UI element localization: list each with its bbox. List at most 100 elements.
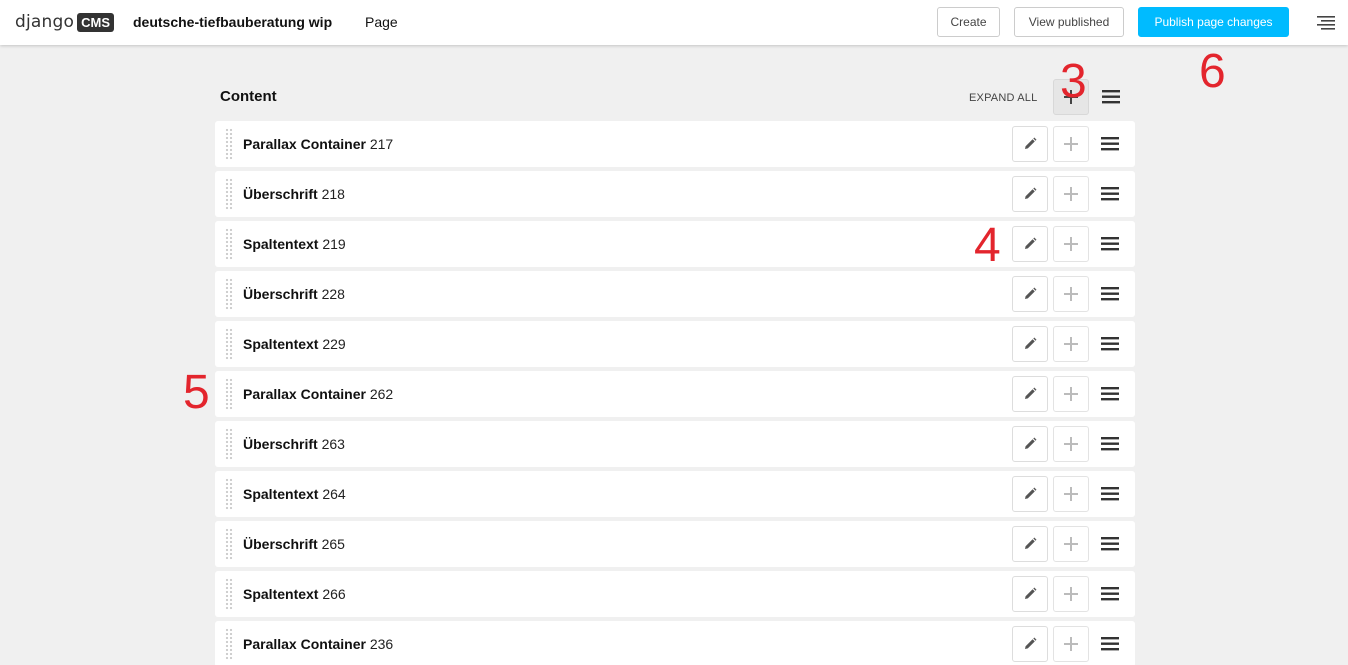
expand-all-link[interactable]: EXPAND ALL xyxy=(969,92,1037,104)
hamburger-icon xyxy=(1101,337,1119,351)
drag-handle[interactable] xyxy=(225,278,233,310)
plugin-label: Überschrift 228 xyxy=(243,286,345,302)
view-published-button[interactable]: View published xyxy=(1014,7,1124,37)
publish-page-changes-button[interactable]: Publish page changes xyxy=(1138,7,1289,37)
pencil-icon xyxy=(1025,137,1037,149)
create-button[interactable]: Create xyxy=(937,7,1000,37)
plus-icon xyxy=(1064,437,1078,451)
edit-plugin-button[interactable] xyxy=(1012,276,1048,312)
drag-handle[interactable] xyxy=(225,478,233,510)
plugin-label: Überschrift 265 xyxy=(243,536,345,552)
plugin-row[interactable]: Parallax Container 236 xyxy=(215,621,1135,665)
plugin-name: Parallax Container xyxy=(243,386,366,402)
add-child-plugin-button[interactable] xyxy=(1053,226,1089,262)
drag-handle[interactable] xyxy=(225,628,233,660)
drag-handle[interactable] xyxy=(225,228,233,260)
annotation-3: 3 xyxy=(1060,55,1087,108)
edit-plugin-button[interactable] xyxy=(1012,326,1048,362)
hamburger-icon xyxy=(1101,537,1119,551)
plugin-name: Überschrift xyxy=(243,286,318,302)
add-child-plugin-button[interactable] xyxy=(1053,426,1089,462)
hamburger-icon xyxy=(1101,137,1119,151)
hamburger-icon xyxy=(1102,90,1120,104)
drag-handle[interactable] xyxy=(225,378,233,410)
plugin-row[interactable]: Parallax Container 217 xyxy=(215,121,1135,167)
plugin-row[interactable]: Überschrift 265 xyxy=(215,521,1135,567)
drag-handle[interactable] xyxy=(225,128,233,160)
plugin-menu-button[interactable] xyxy=(1101,386,1119,407)
add-child-plugin-button[interactable] xyxy=(1053,276,1089,312)
placeholder-menu-button[interactable] xyxy=(1102,89,1120,110)
plugin-menu-button[interactable] xyxy=(1101,636,1119,657)
drag-handle[interactable] xyxy=(225,178,233,210)
plugin-name: Überschrift xyxy=(243,536,318,552)
plugin-menu-button[interactable] xyxy=(1101,336,1119,357)
plugin-menu-button[interactable] xyxy=(1101,186,1119,207)
plugin-menu-button[interactable] xyxy=(1101,586,1119,607)
add-child-plugin-button[interactable] xyxy=(1053,376,1089,412)
plugin-row[interactable]: Überschrift 218 xyxy=(215,171,1135,217)
edit-plugin-button[interactable] xyxy=(1012,526,1048,562)
plugin-name: Spaltentext xyxy=(243,586,319,602)
edit-plugin-button[interactable] xyxy=(1012,576,1048,612)
plugin-row[interactable]: Spaltentext 264 xyxy=(215,471,1135,517)
hamburger-icon xyxy=(1101,187,1119,201)
plugin-menu-button[interactable] xyxy=(1101,536,1119,557)
plus-icon xyxy=(1064,137,1078,151)
edit-plugin-button[interactable] xyxy=(1012,626,1048,662)
plugin-row[interactable]: Spaltentext 266 xyxy=(215,571,1135,617)
plugin-row[interactable]: Überschrift 263 xyxy=(215,421,1135,467)
plugin-row[interactable]: Überschrift 228 xyxy=(215,271,1135,317)
django-cms-logo[interactable]: django CMS xyxy=(15,11,114,33)
plugin-row[interactable]: Parallax Container 262 xyxy=(215,371,1135,417)
edit-plugin-button[interactable] xyxy=(1012,176,1048,212)
add-child-plugin-button[interactable] xyxy=(1053,126,1089,162)
hamburger-icon xyxy=(1101,637,1119,651)
add-child-plugin-button[interactable] xyxy=(1053,576,1089,612)
plugin-label: Parallax Container 262 xyxy=(243,386,393,402)
page-menu[interactable]: Page xyxy=(365,14,398,30)
edit-plugin-button[interactable] xyxy=(1012,376,1048,412)
plugin-menu-button[interactable] xyxy=(1101,286,1119,307)
placeholder-title: Content xyxy=(220,88,277,105)
annotation-6: 6 xyxy=(1199,45,1226,98)
plus-icon xyxy=(1064,287,1078,301)
hamburger-icon xyxy=(1101,587,1119,601)
plugin-name: Überschrift xyxy=(243,436,318,452)
pencil-icon xyxy=(1025,337,1037,349)
plus-icon xyxy=(1064,637,1078,651)
add-child-plugin-button[interactable] xyxy=(1053,476,1089,512)
plugin-name: Spaltentext xyxy=(243,486,319,502)
edit-plugin-button[interactable] xyxy=(1012,476,1048,512)
plus-icon xyxy=(1064,387,1078,401)
plugin-name: Überschrift xyxy=(243,186,318,202)
plugin-label: Spaltentext 219 xyxy=(243,236,346,252)
structure-toggle-button[interactable] xyxy=(1304,0,1348,45)
add-child-plugin-button[interactable] xyxy=(1053,176,1089,212)
drag-handle[interactable] xyxy=(225,528,233,560)
pencil-icon xyxy=(1025,487,1037,499)
edit-plugin-button[interactable] xyxy=(1012,126,1048,162)
plugin-label: Überschrift 263 xyxy=(243,436,345,452)
add-child-plugin-button[interactable] xyxy=(1053,626,1089,662)
plugin-menu-button[interactable] xyxy=(1101,486,1119,507)
pencil-icon xyxy=(1025,437,1037,449)
add-child-plugin-button[interactable] xyxy=(1053,526,1089,562)
pencil-icon xyxy=(1025,287,1037,299)
add-child-plugin-button[interactable] xyxy=(1053,326,1089,362)
site-name-menu[interactable]: deutsche-tiefbauberatung wip xyxy=(133,14,332,30)
plugin-id: 229 xyxy=(322,336,346,352)
plugin-menu-button[interactable] xyxy=(1101,436,1119,457)
drag-handle[interactable] xyxy=(225,328,233,360)
plugin-row[interactable]: Spaltentext 229 xyxy=(215,321,1135,367)
plugin-name: Parallax Container xyxy=(243,636,366,652)
plugin-label: Parallax Container 236 xyxy=(243,636,393,652)
drag-handle[interactable] xyxy=(225,428,233,460)
plugin-menu-button[interactable] xyxy=(1101,136,1119,157)
drag-handle[interactable] xyxy=(225,578,233,610)
plus-icon xyxy=(1064,587,1078,601)
plugin-menu-button[interactable] xyxy=(1101,236,1119,257)
edit-plugin-button[interactable] xyxy=(1012,226,1048,262)
edit-plugin-button[interactable] xyxy=(1012,426,1048,462)
hamburger-icon xyxy=(1101,387,1119,401)
